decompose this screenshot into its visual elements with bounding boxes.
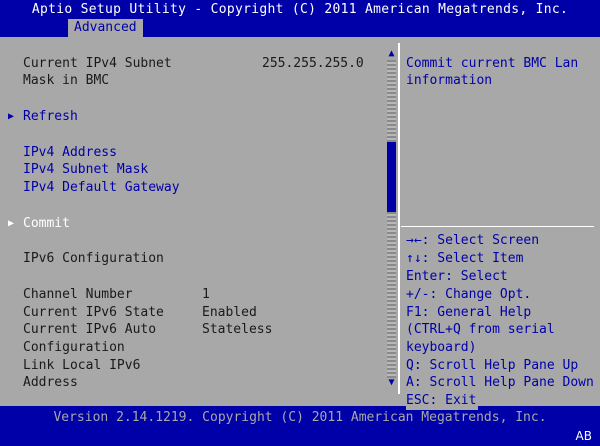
help-key-f1: F1: General Help [406, 305, 532, 320]
submenu-arrow-icon: ▶ [8, 111, 15, 122]
corner-label: AB [575, 429, 592, 443]
subnet-value: 255.255.255.0 [262, 56, 364, 71]
selected-arrow-icon: ▶ [8, 218, 15, 229]
ipv6-auto-label-2: Configuration [23, 340, 125, 355]
help-description-2: information [406, 73, 493, 88]
help-key-select-item: ↑↓: Select Item [406, 251, 524, 266]
help-key-change: +/-: Change Opt. [406, 287, 532, 302]
scroll-down-icon[interactable]: ▼ [386, 377, 397, 389]
scrollbar-track[interactable] [387, 60, 396, 378]
tab-advanced[interactable]: Advanced [68, 19, 143, 37]
commit-item[interactable]: Commit [23, 215, 70, 232]
ipv4-gateway-item[interactable]: IPv4 Default Gateway [23, 179, 180, 196]
ipv6-state-label: Current IPv6 State [23, 305, 164, 320]
channel-label: Channel Number [23, 287, 133, 302]
help-description-1: Commit current BMC Lan [406, 56, 579, 71]
help-key-scroll-up: Q: Scroll Help Pane Up [406, 358, 579, 373]
pane-divider [398, 43, 400, 394]
ipv4-address-item[interactable]: IPv4 Address [23, 144, 117, 161]
help-key-select-screen: →←: Select Screen [406, 233, 540, 248]
subnet-label-1: Current IPv4 Subnet [23, 56, 172, 71]
ipv6-auto-value: Stateless [202, 322, 273, 337]
channel-value: 1 [202, 287, 210, 302]
title-bar: Aptio Setup Utility - Copyright (C) 2011… [0, 0, 600, 19]
ipv6-auto-label-1: Current IPv6 Auto [23, 322, 157, 337]
help-separator [401, 226, 594, 227]
help-key-scroll-down: A: Scroll Help Pane Down [406, 375, 594, 390]
link-local-label-1: Link Local IPv6 [23, 358, 141, 373]
scroll-up-icon[interactable]: ▲ [386, 48, 397, 60]
help-key-esc: ESC: Exit [406, 392, 479, 410]
settings-pane: Current IPv4 Subnet Mask in BMC 255.255.… [6, 43, 397, 394]
ipv6-state-value: Enabled [202, 305, 257, 320]
link-local-label-2: Address [23, 375, 78, 390]
scrollbar-thumb[interactable] [387, 142, 396, 212]
refresh-item[interactable]: Refresh [23, 108, 78, 125]
help-key-ctrlq: (CTRL+Q from serial [406, 322, 555, 337]
help-key-keyboard: keyboard) [406, 340, 477, 355]
subnet-label-2: Mask in BMC [23, 73, 110, 88]
help-key-enter: Enter: Select [406, 269, 508, 284]
tab-row: Advanced [0, 19, 600, 37]
version-footer: Version 2.14.1219. Copyright (C) 2011 Am… [53, 410, 547, 425]
ipv4-subnet-mask-item[interactable]: IPv4 Subnet Mask [23, 161, 148, 178]
ipv6-config-heading: IPv6 Configuration [23, 251, 164, 266]
help-pane: Commit current BMC Lan information →←: S… [401, 43, 594, 394]
